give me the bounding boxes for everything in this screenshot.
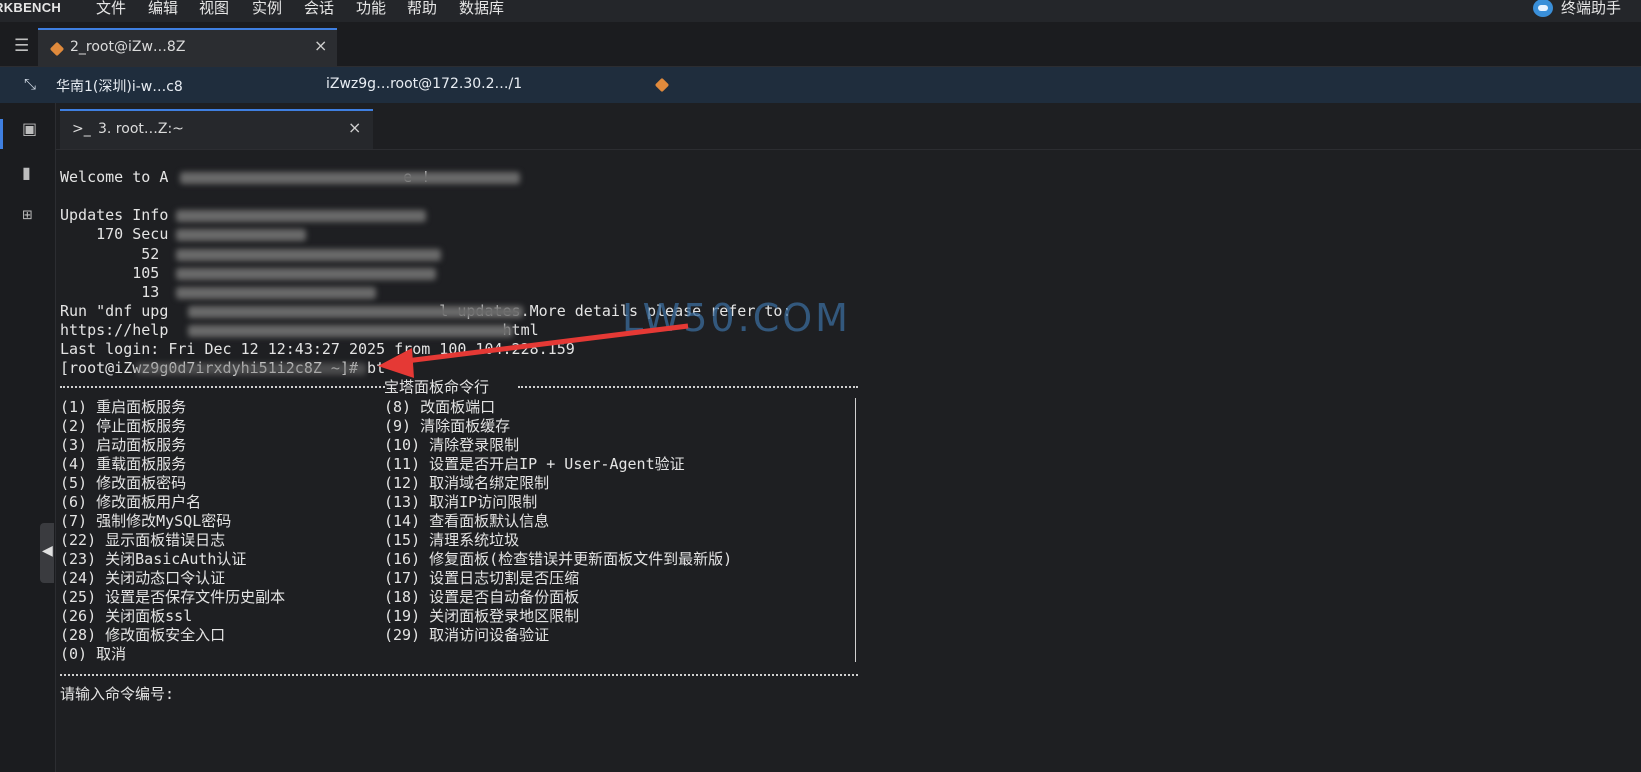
menu-view[interactable]: 视图 [199,0,229,16]
redacted-text [188,325,513,337]
app-brand: RKBENCH [0,0,62,15]
menu-option: (8) 改面板端口 [384,398,496,416]
count-line: 105 [60,264,160,282]
redacted-text [176,229,306,241]
menu-option: (6) 修改面板用户名 [60,493,202,511]
menu-instance[interactable]: 实例 [252,0,282,16]
close-icon[interactable]: × [314,36,327,55]
menu-session[interactable]: 会话 [304,0,334,16]
count-line: 13 [60,283,160,301]
side-rail: ▣ ▮ ⊞ ◀ [0,103,56,772]
menu-option: (14) 查看面板默认信息 [384,512,550,530]
menu-option: (3) 启动面板服务 [60,436,187,454]
menu-file[interactable]: 文件 [96,0,126,16]
menu-option: (2) 停止面板服务 [60,417,187,435]
instance-cube-icon [49,41,65,57]
menu-function[interactable]: 功能 [356,0,386,16]
instance-host: iZwz9g…root@172.30.2…/1 [326,76,523,92]
grid-icon[interactable]: ⊞ [22,208,33,223]
menu-option: (10) 清除登录限制 [384,436,520,454]
menu-option: (12) 取消域名绑定限制 [384,474,550,492]
menu-option: (24) 关闭动态口令认证 [60,569,226,587]
menu-option: (22) 显示面板错误日志 [60,531,226,549]
redacted-text [176,210,426,222]
menu-option: (1) 重启面板服务 [60,398,187,416]
menu-bar: RKBENCH 文件 编辑 视图 实例 会话 功能 帮助 数据库 终端助手 [0,0,1641,22]
terminal-icon[interactable]: ▣ [22,119,37,138]
session-tab-bar: ☰ 2_root@iZw…8Z × [0,22,1641,67]
security-count-line: 170 Secu [60,225,169,243]
watermark: LW50.COM [622,296,851,340]
terminal-tab-bar: >_ 3. root…Z:~ × [56,103,1641,150]
menu-option: (29) 取消访问设备验证 [384,626,550,644]
count-line: 52 [60,245,160,263]
updates-line: Updates Info [60,206,169,224]
menu-option: (15) 清理系统垃圾 [384,531,520,549]
terminal-prompt-icon: >_ [72,121,91,137]
redacted-text [188,306,523,318]
collapse-handle[interactable]: ◀ [40,523,54,583]
divider [518,386,858,388]
menu-help[interactable]: 帮助 [407,0,437,16]
menu-option: (25) 设置是否保存文件历史副本 [60,588,286,606]
terminal-output[interactable]: Welcome to A e ! Updates Info 170 Secu 5… [56,150,1641,772]
menu-option: (28) 修改面板安全入口 [60,626,226,644]
menu-option: (9) 清除面板缓存 [384,417,511,435]
menu-database[interactable]: 数据库 [459,0,504,16]
menu-option: (26) 关闭面板ssl [60,607,193,625]
expand-icon[interactable]: ⤡ [24,75,36,93]
menu-option: (11) 设置是否开启IP + User-Agent验证 [384,455,685,473]
session-tab-title: 2_root@iZw…8Z [70,39,186,55]
menu-option: (4) 重载面板服务 [60,455,187,473]
instance-region: 华南1(深圳)i-w…c8 [56,79,183,95]
redacted-text [180,172,520,184]
active-indicator [0,119,3,149]
close-icon[interactable]: × [348,118,361,137]
menu-option: (18) 设置是否自动备份面板 [384,588,580,606]
chevron-left-icon: ◀ [42,543,53,559]
menu-right-border [855,398,856,662]
assistant-label: 终端助手 [1560,0,1621,17]
redacted-text [136,363,366,375]
menu-option: (7) 强制修改MySQL密码 [60,512,232,530]
file-icon[interactable]: ▮ [22,163,31,182]
redacted-text [176,287,376,299]
session-tab[interactable]: 2_root@iZw…8Z × [38,28,337,66]
instance-cube-icon [654,77,670,93]
redacted-text [176,249,441,261]
divider [60,674,858,676]
menu-option: (23) 关闭BasicAuth认证 [60,550,247,568]
menu-option: (16) 修复面板(检查错误并更新面板文件到最新版) [384,550,733,568]
terminal-tab-title: 3. root…Z:~ [98,121,184,137]
menu-option: (0) 取消 [60,645,127,663]
terminal-tab[interactable]: >_ 3. root…Z:~ × [60,109,373,149]
command-input-prompt[interactable]: 请输入命令编号: [60,685,174,704]
menu-option: (17) 设置日志切割是否压缩 [384,569,580,587]
outline-toggle-icon[interactable]: ☰ [14,36,29,56]
instance-info-bar: ⤡ 华南1(深圳)i-w…c8 iZwz9g…root@172.30.2…/1 [0,67,1641,103]
menu-option: (19) 关闭面板登录地区限制 [384,607,580,625]
last-login-line: Last login: Fri Dec 12 12:43:27 2025 fro… [60,340,575,358]
divider [60,386,385,388]
menu-option: (13) 取消IP访问限制 [384,493,538,511]
redacted-text [176,268,436,280]
terminal-assistant-button[interactable]: 终端助手 [1532,0,1621,21]
menu-option: (5) 修改面板密码 [60,474,187,492]
menu-edit[interactable]: 编辑 [148,0,178,16]
assistant-robot-icon [1532,0,1553,17]
menu-title: 宝塔面板命令行 [384,378,490,396]
